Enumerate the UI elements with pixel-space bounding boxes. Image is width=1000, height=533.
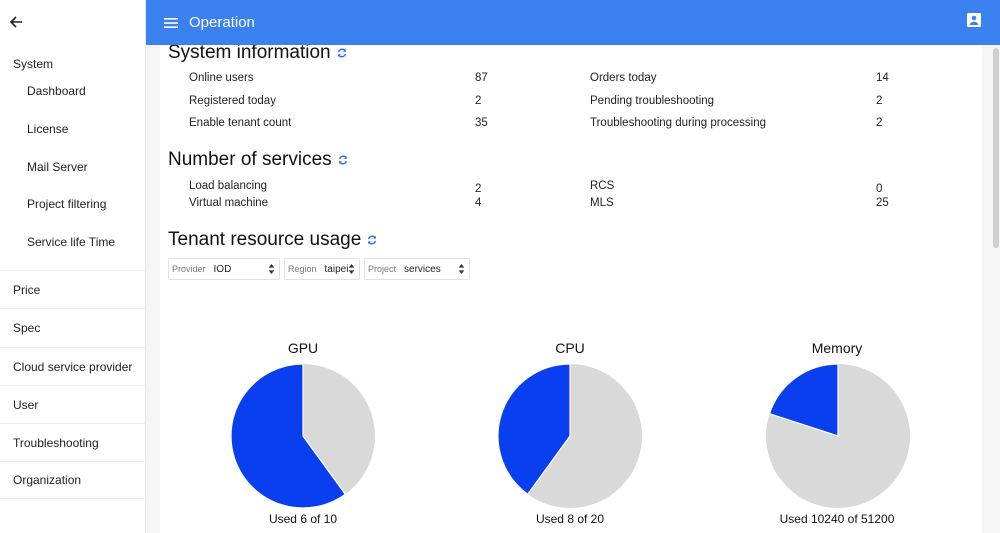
virtual-machine-label: Virtual machine — [189, 197, 269, 209]
project-select-value: services — [404, 263, 441, 275]
arrow-left-icon — [9, 16, 22, 28]
project-select-label: Project — [368, 264, 397, 274]
tenant-usage-title: Tenant resource usage — [168, 229, 362, 250]
sidebar-item-user[interactable]: User — [0, 385, 146, 423]
provider-select-value: IOD — [213, 263, 232, 275]
rcs-label: RCS — [590, 180, 615, 192]
cpu-chart-title: CPU — [555, 340, 585, 356]
orders-today-value: 14 — [876, 72, 889, 84]
sidebar-item-project-filtering[interactable]: Project filtering — [27, 197, 106, 211]
region-select-label: Region — [288, 264, 317, 274]
registered-today-value: 2 — [475, 95, 482, 107]
mls-label: MLS — [590, 197, 614, 209]
provider-select[interactable]: Provider IOD — [168, 258, 280, 280]
cpu-usage-caption: Used 8 of 20 — [535, 512, 605, 526]
memory-usage-caption: Used 10240 of 51200 — [779, 512, 895, 526]
sidebar-item-troubleshooting[interactable]: Troubleshooting — [0, 423, 146, 461]
pending-troubleshooting-value: 2 — [876, 95, 883, 107]
chevron-up-down-icon — [458, 264, 465, 274]
hamburger-menu-icon — [164, 17, 178, 28]
project-select[interactable]: Project services — [364, 258, 470, 280]
load-balancing-value: 2 — [475, 183, 482, 195]
gpu-pie-chart — [230, 363, 375, 509]
orders-today-label: Orders today — [590, 72, 657, 84]
services-heading: Number of services — [168, 149, 348, 171]
page-title: Operation — [189, 14, 255, 31]
sidebar-item-dashboard[interactable]: Dashboard — [27, 84, 86, 98]
online-users-label: Online users — [189, 72, 254, 84]
refresh-icon — [337, 48, 346, 58]
load-balancing-label: Load balancing — [189, 180, 268, 192]
services-title: Number of services — [168, 149, 332, 170]
dashboard-panel: System information Online users 87 Regis… — [160, 45, 982, 533]
enable-tenant-count-label: Enable tenant count — [189, 117, 292, 129]
troubleshooting-processing-value: 2 — [876, 117, 883, 129]
sidebar-item-price[interactable]: Price — [0, 270, 146, 308]
chevron-up-down-icon — [268, 264, 275, 274]
region-select[interactable]: Region taipei — [284, 258, 360, 280]
back-button[interactable] — [6, 12, 26, 32]
cpu-pie-chart — [497, 363, 642, 508]
refresh-services-button[interactable] — [338, 155, 348, 165]
sidebar-item-spec[interactable]: Spec — [0, 308, 146, 346]
menu-button[interactable] — [163, 15, 179, 31]
mls-value: 25 — [876, 197, 889, 209]
pending-troubleshooting-label: Pending troubleshooting — [590, 95, 715, 107]
account-button[interactable] — [967, 13, 983, 29]
tenant-usage-heading: Tenant resource usage — [168, 229, 377, 251]
refresh-icon — [368, 235, 377, 245]
enable-tenant-count-value: 35 — [475, 117, 488, 129]
sidebar-item-cloud-service-provider[interactable]: Cloud service provider — [0, 347, 146, 385]
rcs-value: 0 — [876, 183, 883, 195]
virtual-machine-value: 4 — [475, 197, 482, 209]
sidebar-item-mail-server[interactable]: Mail Server — [27, 160, 88, 174]
account-box-icon — [967, 13, 981, 27]
memory-chart-title: Memory — [811, 340, 863, 356]
sidebar-item-organization[interactable]: Organization — [0, 461, 146, 499]
registered-today-label: Registered today — [189, 95, 276, 107]
region-select-value: taipei — [324, 263, 349, 275]
scrollbar-thumb[interactable] — [993, 48, 999, 248]
chevron-up-down-icon — [348, 264, 355, 274]
sidebar-item-license[interactable]: License — [27, 122, 68, 136]
memory-pie-chart — [766, 363, 910, 508]
main-content: System information Online users 87 Regis… — [146, 45, 992, 533]
main-scrollbar[interactable] — [992, 45, 1000, 533]
system-info-title: System information — [168, 45, 331, 63]
online-users-value: 87 — [475, 72, 488, 84]
sidebar: System Dashboard License Mail Server Pro… — [0, 0, 146, 533]
refresh-tenant-usage-button[interactable] — [367, 235, 377, 245]
refresh-icon — [338, 155, 347, 165]
sidebar-group-system[interactable]: System — [13, 57, 53, 71]
gpu-chart-title: GPU — [287, 340, 319, 356]
app-header: Operation — [146, 0, 1000, 45]
provider-select-label: Provider — [172, 264, 206, 274]
sidebar-item-service-life-time[interactable]: Service life Time — [27, 235, 115, 249]
refresh-system-info-button[interactable] — [337, 48, 347, 58]
troubleshooting-processing-label: Troubleshooting during processing — [590, 117, 767, 129]
system-info-heading: System information — [168, 45, 347, 64]
gpu-usage-caption: Used 6 of 10 — [268, 512, 338, 526]
